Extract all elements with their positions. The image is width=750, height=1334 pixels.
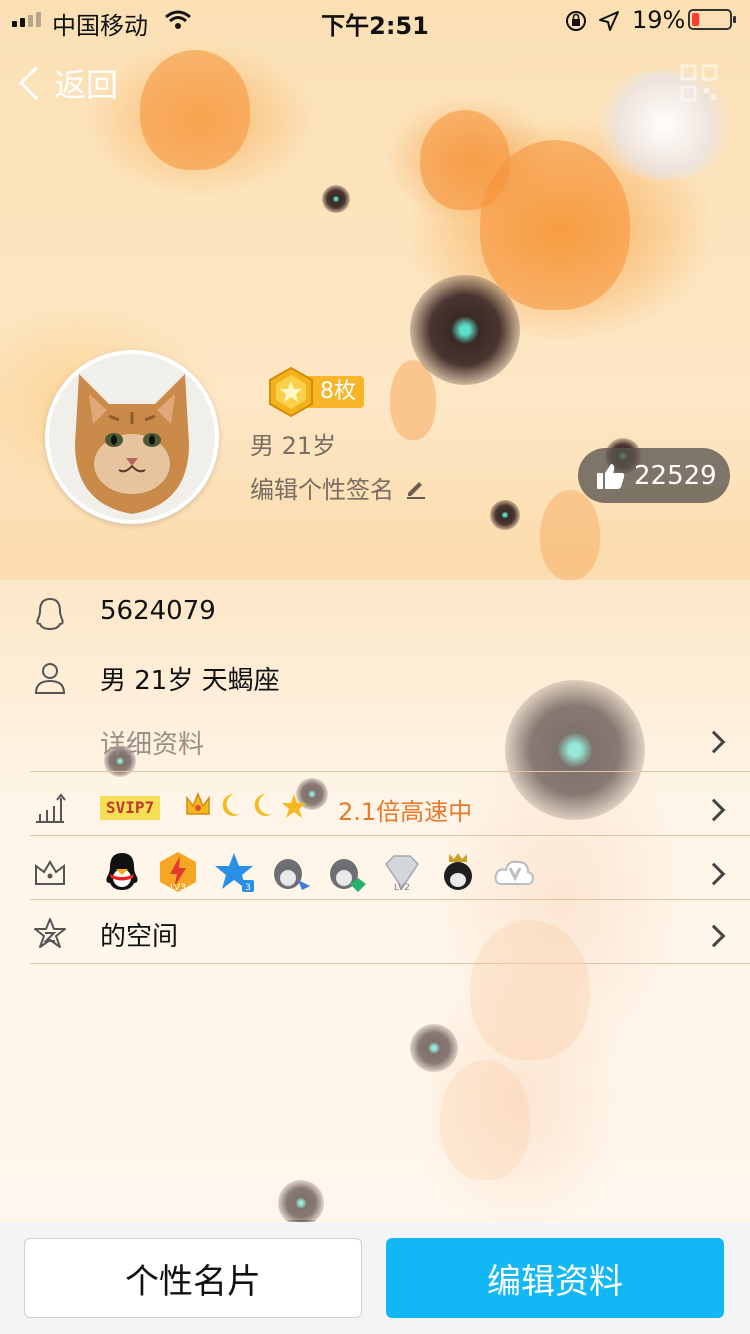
orientation-lock-icon bbox=[566, 11, 586, 31]
dandelion-seed-art bbox=[490, 500, 520, 530]
svg-text:LV2: LV2 bbox=[394, 883, 410, 893]
location-arrow-icon bbox=[599, 11, 619, 31]
medal-badge[interactable]: 8枚 bbox=[268, 366, 364, 418]
koi-fish-art bbox=[140, 50, 250, 170]
divider bbox=[30, 899, 750, 900]
qq-number: 5624079 bbox=[100, 596, 216, 626]
profile-info-list: 5624079 男 21岁 天蝎座 详细资料 SVIP7 2.1倍高速中 LV3… bbox=[0, 580, 750, 1220]
penguin-rocket-icon bbox=[274, 859, 310, 890]
edit-profile-button[interactable]: 编辑资料 bbox=[386, 1238, 724, 1318]
crown-outline-icon bbox=[35, 860, 65, 885]
divider bbox=[30, 771, 750, 772]
moon-icon bbox=[254, 793, 272, 816]
back-label: 返回 bbox=[54, 66, 119, 104]
qq-number-row: 5624079 bbox=[0, 594, 750, 634]
back-button[interactable]: 返回 bbox=[14, 60, 118, 106]
lv3-lightning-icon: LV3 bbox=[160, 852, 196, 893]
signature-placeholder: 编辑个性签名 bbox=[250, 476, 394, 504]
battery-percent: 19% bbox=[632, 6, 686, 34]
battery-level-fill bbox=[692, 13, 699, 26]
penguin-crown-icon bbox=[444, 853, 472, 890]
game-badge-icons: LV3 3 LV2 bbox=[100, 850, 536, 894]
thumbs-up-icon bbox=[597, 463, 625, 489]
like-button[interactable]: 22529 bbox=[578, 448, 730, 503]
svg-text:LV3: LV3 bbox=[170, 883, 186, 893]
qzone-label: 的空间 bbox=[100, 922, 179, 952]
avatar[interactable] bbox=[45, 350, 219, 524]
chevron-right-icon bbox=[702, 730, 726, 754]
qq-penguin-icon bbox=[106, 853, 138, 890]
person-outline-icon bbox=[34, 663, 66, 694]
battery-icon bbox=[688, 9, 736, 30]
more-details-row[interactable]: 详细资料 bbox=[0, 720, 750, 764]
blue-star-icon: 3 bbox=[215, 853, 254, 893]
svg-text:3: 3 bbox=[245, 883, 251, 893]
koi-fish-art bbox=[540, 490, 600, 580]
qr-code-icon[interactable] bbox=[680, 64, 718, 102]
personal-details-row: 男 21岁 天蝎座 bbox=[0, 658, 750, 698]
vip-status-row[interactable]: SVIP7 2.1倍高速中 bbox=[0, 784, 750, 832]
star-icon bbox=[282, 794, 306, 818]
vip-level-icons bbox=[184, 790, 308, 822]
bottom-action-bar: 个性名片 编辑资料 bbox=[0, 1222, 750, 1334]
cat-avatar-image bbox=[49, 354, 215, 520]
crown-icon bbox=[186, 792, 210, 815]
edit-signature-link[interactable]: 编辑个性签名 bbox=[250, 470, 428, 505]
level-chart-icon bbox=[36, 793, 66, 823]
more-details-label: 详细资料 bbox=[100, 730, 205, 760]
qq-penguin-outline-icon bbox=[36, 597, 64, 631]
dandelion-seed-art bbox=[410, 275, 520, 385]
game-badges-row[interactable]: LV3 3 LV2 bbox=[0, 846, 750, 898]
status-bar: 中国移动 下午2:51 19% bbox=[0, 0, 750, 40]
profile-card-button[interactable]: 个性名片 bbox=[24, 1238, 362, 1318]
qq-v-cloud-icon bbox=[494, 860, 534, 886]
chevron-right-icon bbox=[702, 798, 726, 822]
dandelion-seed-art bbox=[322, 185, 350, 213]
chevron-left-icon bbox=[19, 66, 53, 100]
profile-gender-age: 男 21岁 bbox=[250, 432, 337, 460]
pencil-icon bbox=[407, 481, 425, 499]
chevron-right-icon bbox=[702, 924, 726, 948]
divider bbox=[30, 963, 750, 964]
diamond-lv2-icon: LV2 bbox=[385, 855, 419, 893]
personal-details: 男 21岁 天蝎座 bbox=[100, 666, 280, 696]
koi-fish-art bbox=[480, 140, 630, 310]
qzone-star-icon bbox=[34, 918, 66, 948]
divider bbox=[30, 835, 750, 836]
hexagon-star-medal-icon bbox=[269, 366, 313, 418]
qzone-row[interactable]: 的空间 bbox=[0, 912, 750, 956]
like-count: 22529 bbox=[634, 460, 717, 491]
download-speed-status: 2.1倍高速中 bbox=[338, 798, 473, 826]
svip-level-badge: SVIP7 bbox=[100, 796, 161, 820]
moon-icon bbox=[222, 793, 240, 816]
chevron-right-icon bbox=[702, 862, 726, 886]
medal-count: 8枚 bbox=[306, 376, 364, 408]
penguin-gem-icon bbox=[330, 859, 366, 892]
